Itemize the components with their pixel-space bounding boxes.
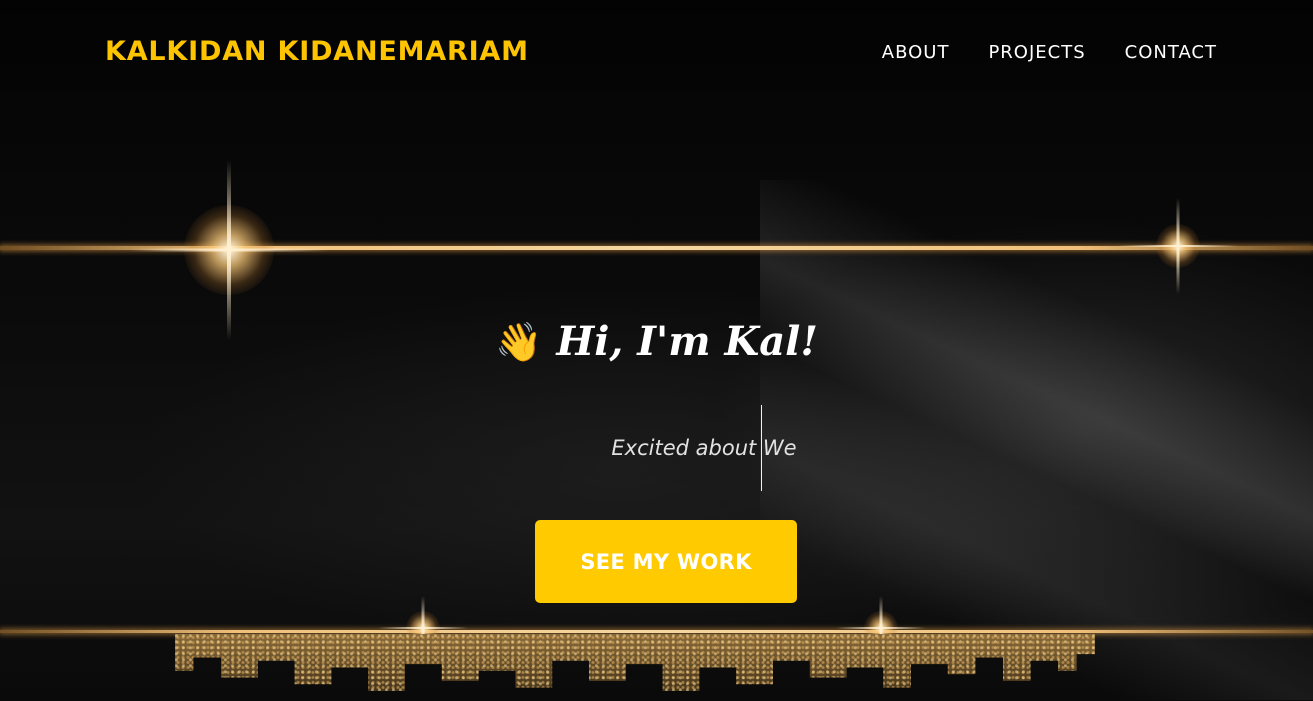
waving-hand-icon: 👋 [495,319,543,364]
greeting-text: Hi, I'm Kal! [556,318,818,365]
hero-greeting: 👋 Hi, I'm Kal! [0,318,1313,365]
site-brand[interactable]: KALKIDAN KIDANEMARIAM [105,36,529,67]
typing-area: Excited about We [0,405,1313,491]
typing-text: Excited about We [611,436,797,460]
nav-link-projects[interactable]: PROJECTS [988,42,1085,63]
gold-light-line-top [0,246,1313,250]
nav-link-contact[interactable]: CONTACT [1125,42,1217,63]
see-my-work-button[interactable]: SEE MY WORK [535,520,797,603]
main-nav: ABOUT PROJECTS CONTACT [882,42,1217,63]
typing-caret [761,405,762,491]
nav-link-about[interactable]: ABOUT [882,42,950,63]
gold-light-line-bottom [0,630,1313,633]
